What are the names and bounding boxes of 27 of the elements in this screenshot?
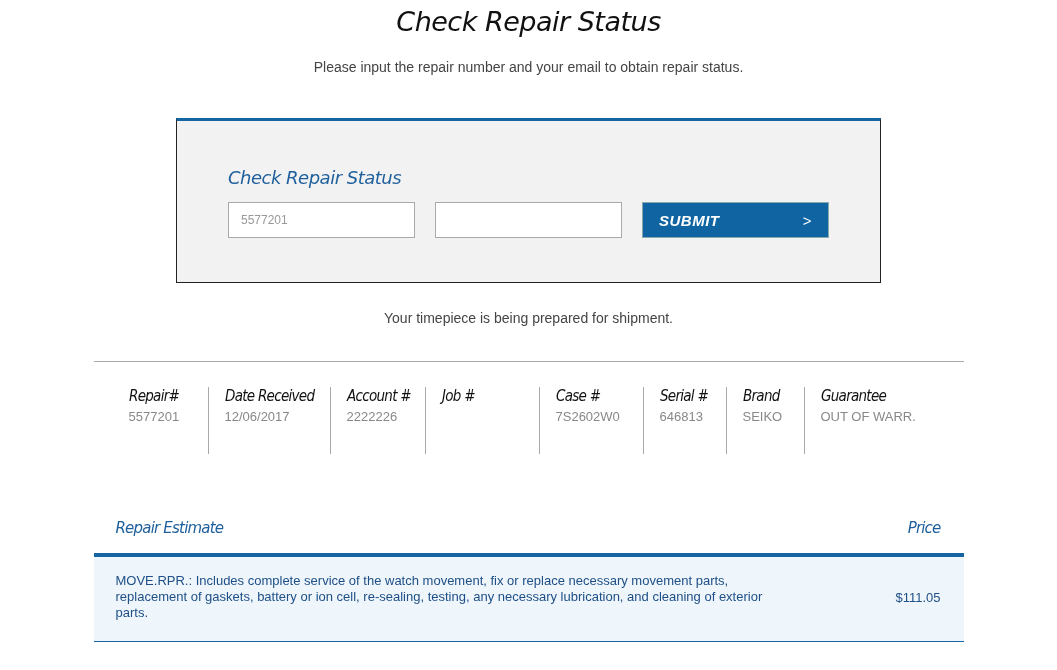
submit-button[interactable]: SUBMIT > bbox=[641, 202, 829, 238]
email-field[interactable] bbox=[435, 202, 622, 238]
detail-label: Serial # bbox=[659, 387, 708, 405]
detail-label: Repair# bbox=[128, 387, 179, 405]
detail-value: 5577201 bbox=[128, 409, 181, 424]
detail-label: Guarantee bbox=[820, 387, 886, 405]
page-title: Check Repair Status bbox=[395, 6, 662, 37]
status-message: Your timepiece is being prepared for shipment. bbox=[383, 310, 674, 326]
column-header: Price bbox=[907, 519, 941, 537]
intro-text: Please input the repair number and your email to obtain repair status. bbox=[312, 59, 745, 75]
detail-label: Job # bbox=[441, 387, 475, 405]
detail-label: Case # bbox=[555, 387, 600, 405]
column-header: Repair Estimate bbox=[115, 519, 224, 537]
detail-value: 646813 bbox=[659, 409, 704, 424]
detail-value: 2222226 bbox=[346, 409, 399, 424]
detail-label: Date Received bbox=[224, 387, 314, 405]
chevron-icon: > bbox=[802, 211, 812, 229]
form-heading: Check Repair Status bbox=[228, 167, 403, 188]
estimate-price: $111.05 bbox=[895, 589, 941, 605]
detail-value: SEIKO bbox=[742, 409, 784, 424]
estimate-description: MOVE.RPR.: Includes complete service of the watch movement, fix or replace necessary movement parts, replacement of gaskets, battery or ion cell, re-sealing, testing, any necessary lubrication, and cleaning of exterior parts. bbox=[115, 573, 764, 621]
detail-label: Account # bbox=[346, 387, 411, 405]
detail-value: 12/06/2017 bbox=[224, 409, 291, 424]
repair-number-field[interactable]: 5577201 bbox=[228, 202, 415, 238]
detail-value: OUT OF WARR. bbox=[820, 409, 917, 424]
detail-label: Brand bbox=[742, 387, 780, 405]
detail-value: 7S2602W0 bbox=[555, 409, 621, 424]
